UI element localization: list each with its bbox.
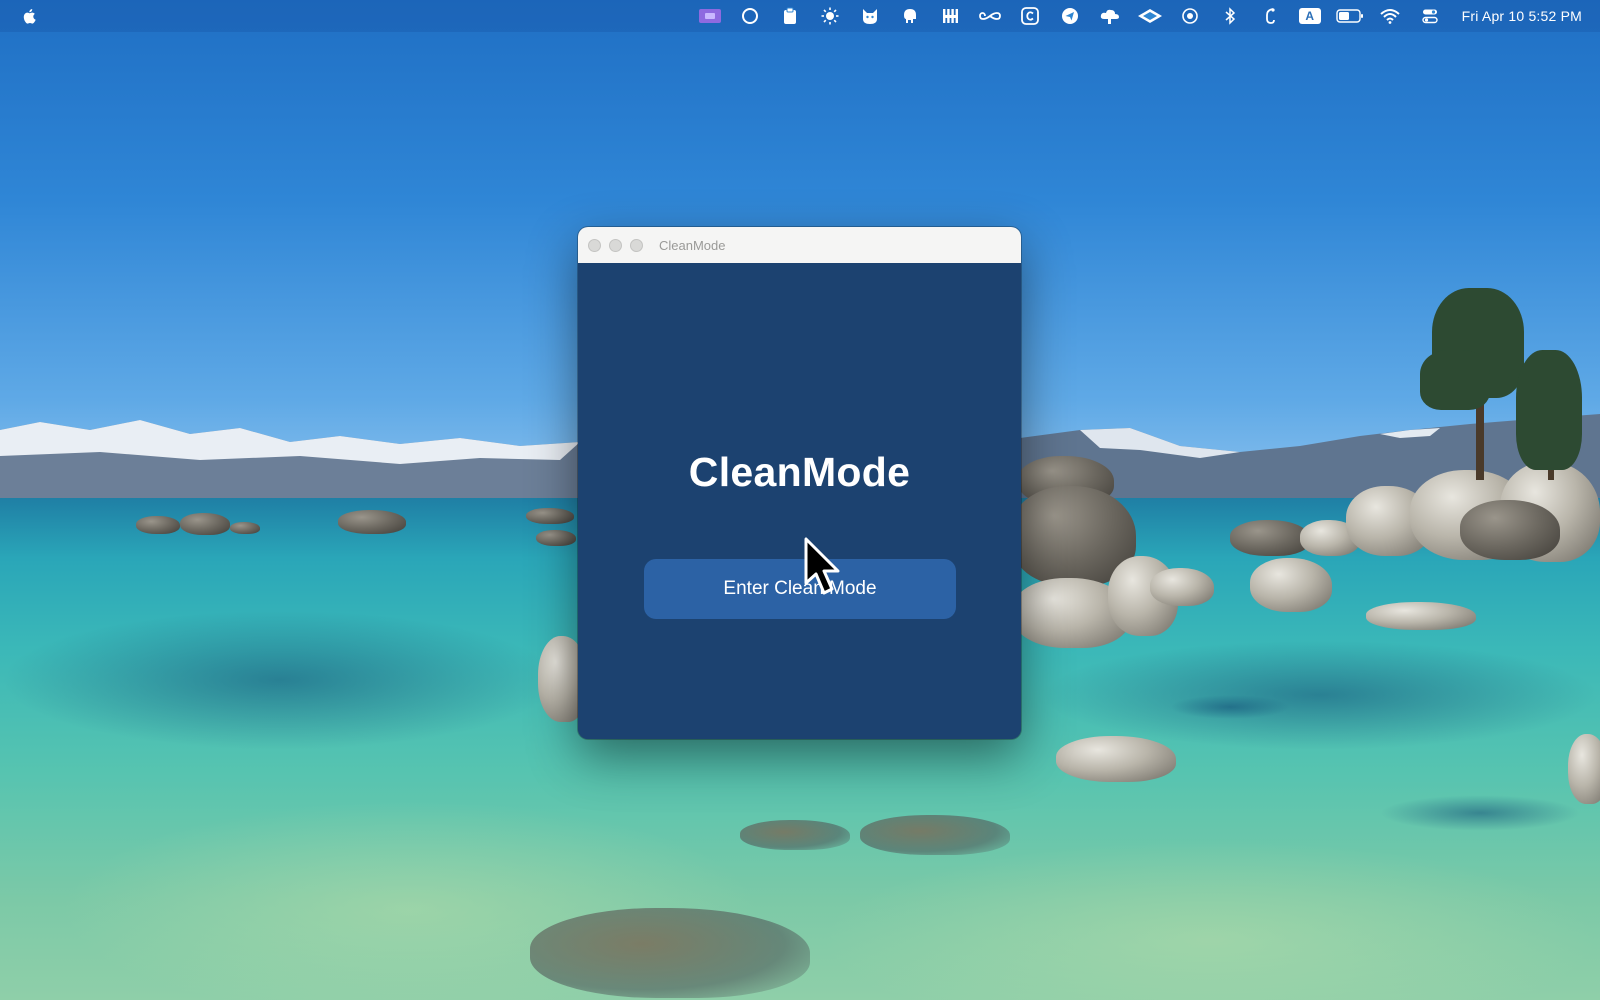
circle-icon[interactable] xyxy=(730,0,770,32)
cloud-icon[interactable] xyxy=(1090,0,1130,32)
window-title: CleanMode xyxy=(659,237,726,253)
menu-bar-status-items: A Fri Apr 10 5:52 PM xyxy=(690,0,1582,32)
wifi-icon[interactable] xyxy=(1370,0,1410,32)
diamond-icon[interactable] xyxy=(1130,0,1170,32)
copyright-icon[interactable] xyxy=(1010,0,1050,32)
rock xyxy=(1250,558,1332,612)
submerged-rock xyxy=(740,820,850,850)
app-heading: CleanMode xyxy=(688,449,911,495)
water-shade xyxy=(1040,640,1600,750)
rock xyxy=(1366,602,1476,630)
rock xyxy=(338,510,406,534)
paper-plane-icon[interactable] xyxy=(1050,0,1090,32)
elephant-icon[interactable] xyxy=(890,0,930,32)
control-center-icon[interactable] xyxy=(1410,0,1450,32)
screen-share-icon[interactable] xyxy=(690,0,730,32)
menu-bar: A Fri Apr 10 5:52 PM xyxy=(0,0,1600,32)
menu-bar-clock[interactable]: Fri Apr 10 5:52 PM xyxy=(1450,8,1582,24)
cleanmode-window: CleanMode CleanMode Enter Clean Mode xyxy=(578,227,1021,739)
clipboard-icon[interactable] xyxy=(770,0,810,32)
submerged-rock xyxy=(860,815,1010,855)
rock xyxy=(526,508,574,524)
infinity-icon[interactable] xyxy=(970,0,1010,32)
rock xyxy=(1568,734,1600,804)
rock xyxy=(180,513,230,535)
water-shade xyxy=(1170,695,1290,719)
water-shade xyxy=(1380,795,1580,831)
bluetooth-icon[interactable] xyxy=(1210,0,1250,32)
rock xyxy=(136,516,180,534)
mouse-pointer-icon xyxy=(804,537,840,595)
keyboard-input-icon[interactable]: A xyxy=(1290,0,1330,32)
rock xyxy=(1230,520,1310,556)
close-button[interactable] xyxy=(588,238,601,252)
minimize-button[interactable] xyxy=(609,238,622,252)
input-source-badge: A xyxy=(1298,8,1321,24)
rock xyxy=(1460,500,1560,560)
rock xyxy=(230,522,260,534)
water-shade xyxy=(0,610,560,750)
rock xyxy=(1056,736,1176,782)
window-controls xyxy=(588,238,643,252)
window-content: CleanMode Enter Clean Mode xyxy=(578,263,1021,739)
fork-icon[interactable] xyxy=(930,0,970,32)
battery-icon[interactable] xyxy=(1330,0,1370,32)
tree xyxy=(1516,350,1582,470)
record-icon[interactable] xyxy=(1170,0,1210,32)
sun-icon[interactable] xyxy=(810,0,850,32)
hook-icon[interactable] xyxy=(1250,0,1290,32)
tree xyxy=(1420,350,1490,410)
rock xyxy=(1150,568,1214,606)
apple-menu-icon[interactable] xyxy=(21,7,39,25)
submerged-rock xyxy=(530,908,810,998)
cat-icon[interactable] xyxy=(850,0,890,32)
zoom-button[interactable] xyxy=(630,238,643,252)
enter-clean-mode-button[interactable]: Enter Clean Mode xyxy=(644,559,956,619)
rock xyxy=(536,530,576,546)
window-titlebar[interactable]: CleanMode xyxy=(578,227,1021,264)
